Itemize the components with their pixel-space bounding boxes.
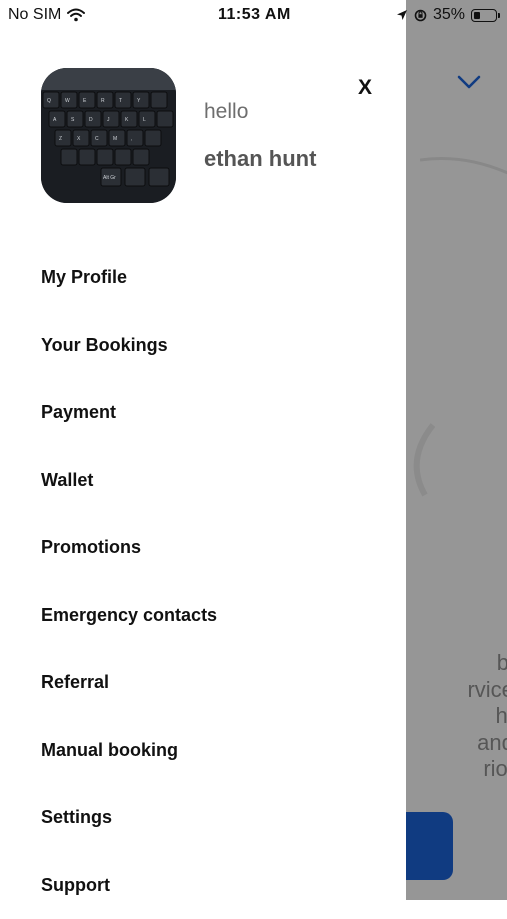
battery-fill [474, 12, 480, 19]
location-arrow-icon [396, 9, 408, 21]
menu-item-payment[interactable]: Payment [0, 379, 406, 447]
svg-text:Z: Z [59, 136, 62, 142]
menu-item-your-bookings[interactable]: Your Bookings [0, 312, 406, 380]
status-left: No SIM [8, 6, 85, 24]
status-time: 11:53 AM [218, 6, 291, 24]
profile-photo: QWE RTY ASD JKL ZXC M, Alt Gr [41, 68, 176, 203]
greeting-text: hello [204, 100, 248, 124]
svg-text:C: C [95, 136, 99, 142]
menu-item-manual-booking[interactable]: Manual booking [0, 717, 406, 785]
avatar[interactable]: QWE RTY ASD JKL ZXC M, Alt Gr [41, 68, 176, 203]
wifi-icon [67, 8, 85, 22]
battery-percent: 35% [433, 6, 465, 24]
battery-icon [471, 9, 497, 22]
orientation-lock-icon [414, 9, 427, 22]
user-name: ethan hunt [204, 146, 316, 172]
svg-text:W: W [65, 98, 70, 104]
menu-item-promotions[interactable]: Promotions [0, 514, 406, 582]
menu-item-my-profile[interactable]: My Profile [0, 244, 406, 312]
svg-text:Q: Q [47, 98, 51, 104]
carrier-label: No SIM [8, 6, 61, 24]
svg-text:T: T [119, 98, 122, 104]
menu-item-settings[interactable]: Settings [0, 784, 406, 852]
menu-item-referral[interactable]: Referral [0, 649, 406, 717]
status-bar: No SIM 11:53 AM 35% [0, 0, 507, 32]
menu-item-wallet[interactable]: Wallet [0, 447, 406, 515]
svg-text:D: D [89, 117, 93, 123]
close-button[interactable]: X [352, 74, 378, 102]
svg-text:,: , [131, 136, 132, 142]
svg-text:L: L [143, 117, 146, 123]
menu-item-support[interactable]: Support [0, 852, 406, 919]
svg-text:M: M [113, 136, 117, 142]
status-right: 35% [396, 6, 497, 24]
drawer-menu: My Profile Your Bookings Payment Wallet … [0, 244, 406, 919]
svg-text:R: R [101, 98, 105, 104]
battery-nub [498, 13, 500, 18]
navigation-drawer: QWE RTY ASD JKL ZXC M, Alt Gr hello etha… [0, 0, 406, 900]
menu-item-emergency-contacts[interactable]: Emergency contacts [0, 582, 406, 650]
svg-text:Alt Gr: Alt Gr [103, 175, 116, 181]
